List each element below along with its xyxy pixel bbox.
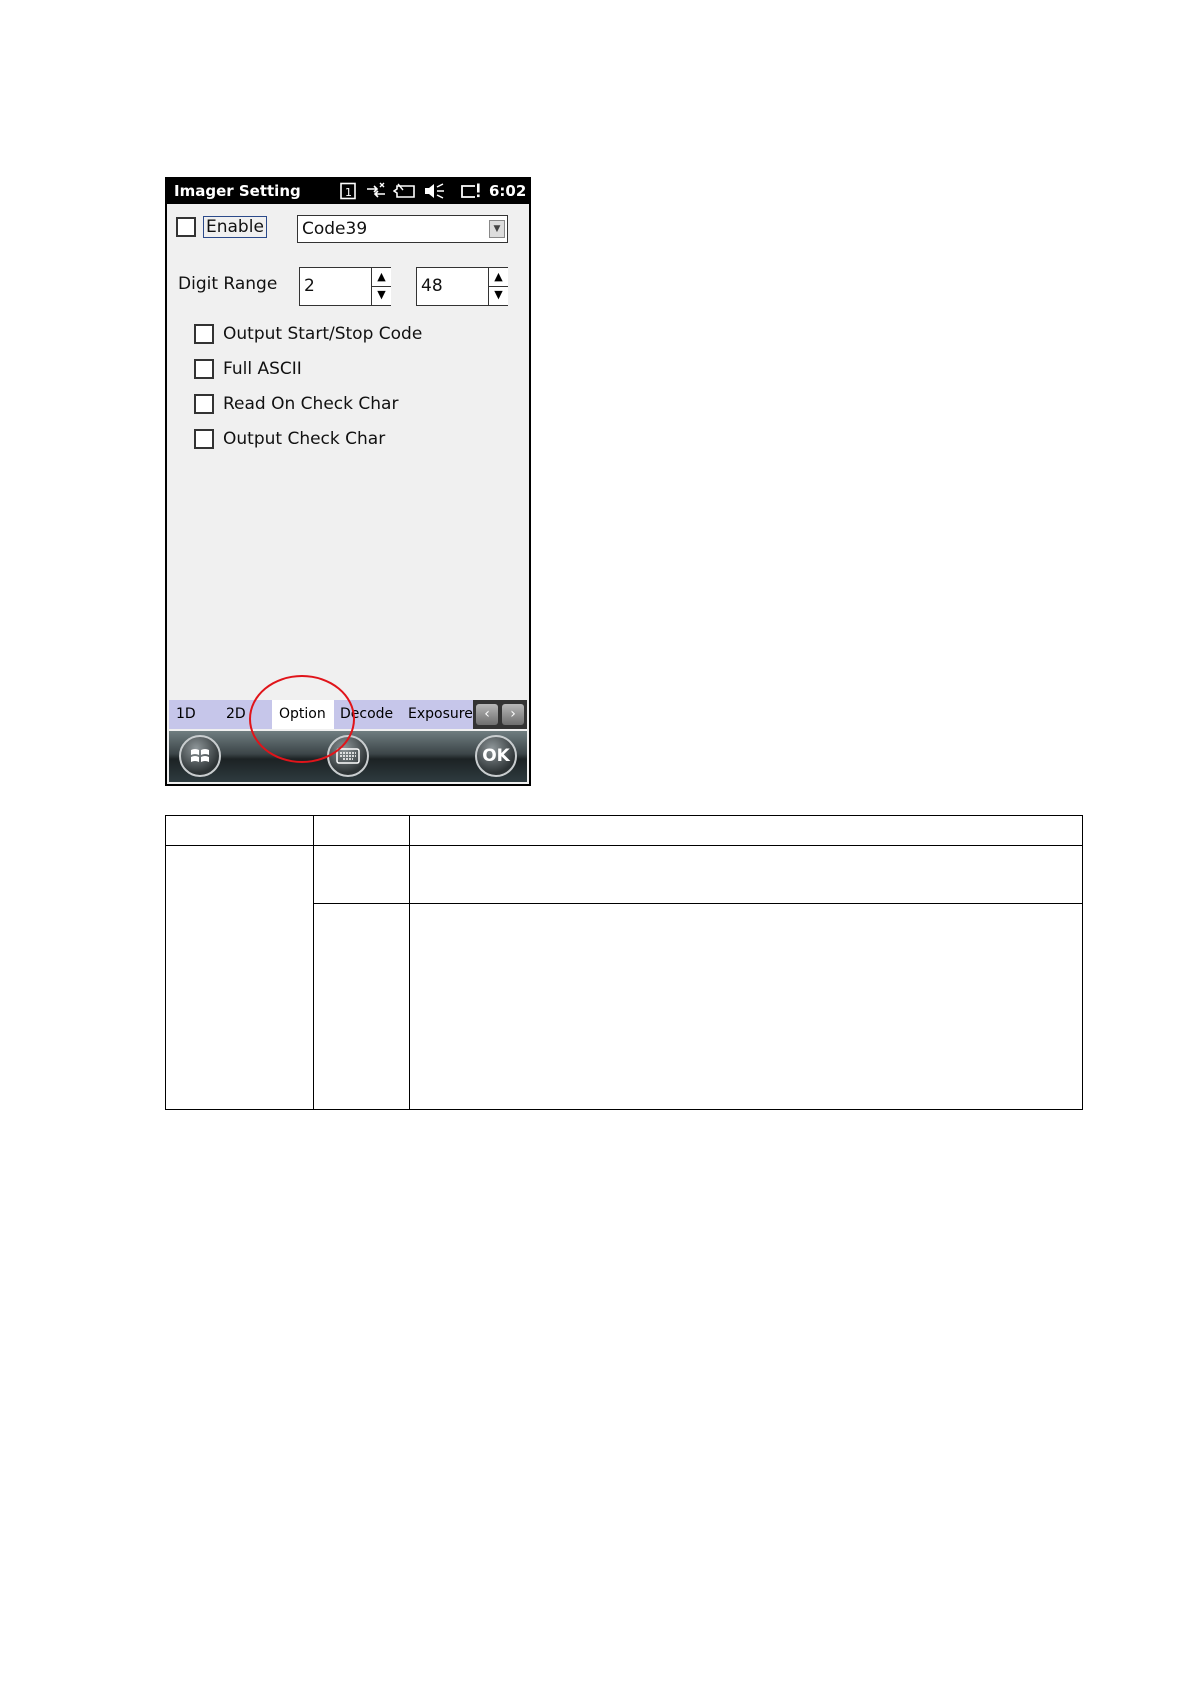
table-cell bbox=[313, 815, 410, 846]
option-label: Read On Check Char bbox=[223, 394, 399, 414]
table-cell bbox=[165, 845, 314, 1110]
digit-range-min-stepper[interactable]: 2 ▲ ▼ bbox=[299, 267, 391, 306]
option-checkbox-output-start-stop[interactable] bbox=[194, 324, 214, 344]
option-checkbox-read-on-check-char[interactable] bbox=[194, 394, 214, 414]
battery-icon bbox=[392, 182, 417, 200]
keyboard-icon bbox=[336, 748, 360, 769]
tab-2d[interactable]: 2D bbox=[226, 706, 246, 722]
option-label: Output Start/Stop Code bbox=[223, 324, 423, 344]
digit-range-max-value: 48 bbox=[421, 276, 443, 296]
stepper-down-icon[interactable]: ▼ bbox=[489, 286, 508, 304]
connectivity-icon bbox=[365, 182, 387, 200]
keyboard-button[interactable] bbox=[327, 735, 369, 777]
table-header-row bbox=[165, 815, 1083, 846]
table-cell bbox=[409, 903, 1083, 1110]
symbology-select-value: Code39 bbox=[302, 219, 368, 239]
table-row bbox=[165, 845, 1083, 1110]
start-button[interactable] bbox=[179, 735, 221, 777]
option-checkbox-full-ascii[interactable] bbox=[194, 359, 214, 379]
digit-range-label: Digit Range bbox=[178, 274, 278, 294]
stepper-up-icon[interactable]: ▲ bbox=[489, 268, 508, 287]
table-cell bbox=[409, 815, 1083, 846]
enable-checkbox[interactable] bbox=[176, 217, 196, 237]
chevron-right-icon[interactable]: › bbox=[502, 704, 524, 725]
digit-range-min-value: 2 bbox=[304, 276, 315, 296]
ok-label: OK bbox=[482, 746, 510, 766]
chevron-down-icon[interactable]: ▼ bbox=[489, 220, 505, 238]
tab-exposure[interactable]: Exposure bbox=[408, 706, 473, 722]
clock: 6:02 bbox=[489, 182, 527, 200]
device-screenshot: Imager Setting 1 6:02 Enable Code39 ▼ Di… bbox=[165, 177, 531, 786]
option-label: Output Check Char bbox=[223, 429, 386, 449]
tab-1d[interactable]: 1D bbox=[176, 706, 196, 722]
windows-logo-icon bbox=[189, 748, 211, 772]
symbology-select[interactable]: Code39 ▼ bbox=[297, 215, 508, 243]
stepper-up-icon[interactable]: ▲ bbox=[372, 268, 391, 287]
enable-label: Enable bbox=[203, 216, 267, 238]
min-stepper-buttons: ▲ ▼ bbox=[371, 268, 391, 305]
svg-text:1: 1 bbox=[345, 186, 352, 199]
speaker-muted-icon bbox=[423, 182, 445, 200]
table-cell bbox=[313, 845, 410, 904]
table-cell bbox=[409, 845, 1083, 904]
tab-option[interactable]: Option bbox=[279, 706, 326, 722]
tab-bar: 1D 2D Option Decode Exposure ‹ › bbox=[169, 700, 527, 729]
table-cell bbox=[313, 903, 410, 1110]
app-title: Imager Setting bbox=[174, 182, 301, 200]
sim-card-icon: 1 bbox=[339, 182, 357, 200]
tab-decode[interactable]: Decode bbox=[340, 706, 393, 722]
spec-table bbox=[165, 815, 1083, 1110]
bottom-bar: OK bbox=[169, 731, 527, 782]
option-label: Full ASCII bbox=[223, 359, 302, 379]
stepper-down-icon[interactable]: ▼ bbox=[372, 286, 391, 304]
ok-button[interactable]: OK bbox=[475, 735, 517, 777]
chevron-left-icon[interactable]: ‹ bbox=[476, 704, 498, 725]
table-cell bbox=[165, 815, 314, 846]
option-checkbox-output-check-char[interactable] bbox=[194, 429, 214, 449]
max-stepper-buttons: ▲ ▼ bbox=[488, 268, 508, 305]
title-bar: Imager Setting 1 6:02 bbox=[167, 179, 529, 204]
notification-icon bbox=[459, 182, 485, 200]
digit-range-max-stepper[interactable]: 48 ▲ ▼ bbox=[416, 267, 508, 306]
